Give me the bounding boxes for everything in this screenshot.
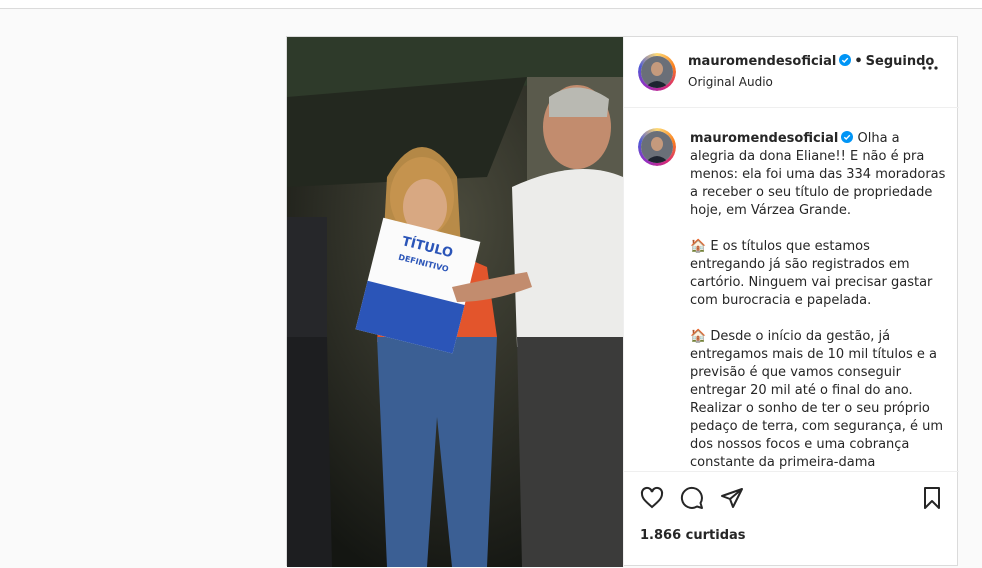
separator-dot: • [854, 54, 863, 69]
heart-icon[interactable] [640, 486, 664, 510]
avatar-photo [641, 56, 673, 88]
caption-text-2: 🏠 E os títulos que estamos entregando já… [690, 239, 933, 308]
caption-scroll-area[interactable]: mauromendesoficial Olha a alegria da don… [624, 108, 959, 471]
likes-count[interactable]: 1.866 curtidas [640, 528, 746, 543]
caption-text-3: 🏠 Desde o início da gestão, já entregamo… [690, 329, 943, 470]
more-options-icon[interactable] [921, 59, 939, 77]
header-user-line: mauromendesoficial • Seguindo [688, 54, 934, 69]
caption-paragraph: mauromendesoficial Olha a alegria da don… [690, 130, 948, 220]
share-icon[interactable] [720, 486, 744, 510]
audio-link[interactable]: Original Audio [688, 75, 773, 89]
caption-avatar[interactable] [638, 128, 676, 166]
avatar[interactable] [638, 53, 676, 91]
avatar-photo [641, 131, 673, 163]
caption-username-link[interactable]: mauromendesoficial [690, 131, 838, 146]
comment-icon[interactable] [680, 486, 704, 510]
post-video[interactable]: TÍTULO DEFINITIVO [287, 37, 623, 567]
verified-badge-icon [841, 131, 854, 143]
post-header: mauromendesoficial • Seguindo Original Aud… [624, 37, 959, 108]
caption-paragraph: 🏠 Desde o início da gestão, já entregamo… [690, 328, 948, 471]
post-dialog: TÍTULO DEFINITIVO mauromendesoficial • Seg… [286, 36, 959, 567]
caption-paragraph: 🏠 E os títulos que estamos entregando já… [690, 238, 948, 310]
username-link[interactable]: mauromendesoficial [688, 54, 836, 69]
post-sidebar: mauromendesoficial • Seguindo Original Aud… [623, 37, 959, 567]
top-navigation-strip [0, 0, 982, 9]
post-actions: 1.866 curtidas [624, 471, 959, 568]
post-caption: mauromendesoficial Olha a alegria da don… [690, 130, 948, 471]
bookmark-icon[interactable] [920, 486, 944, 510]
verified-badge-icon [839, 54, 852, 66]
